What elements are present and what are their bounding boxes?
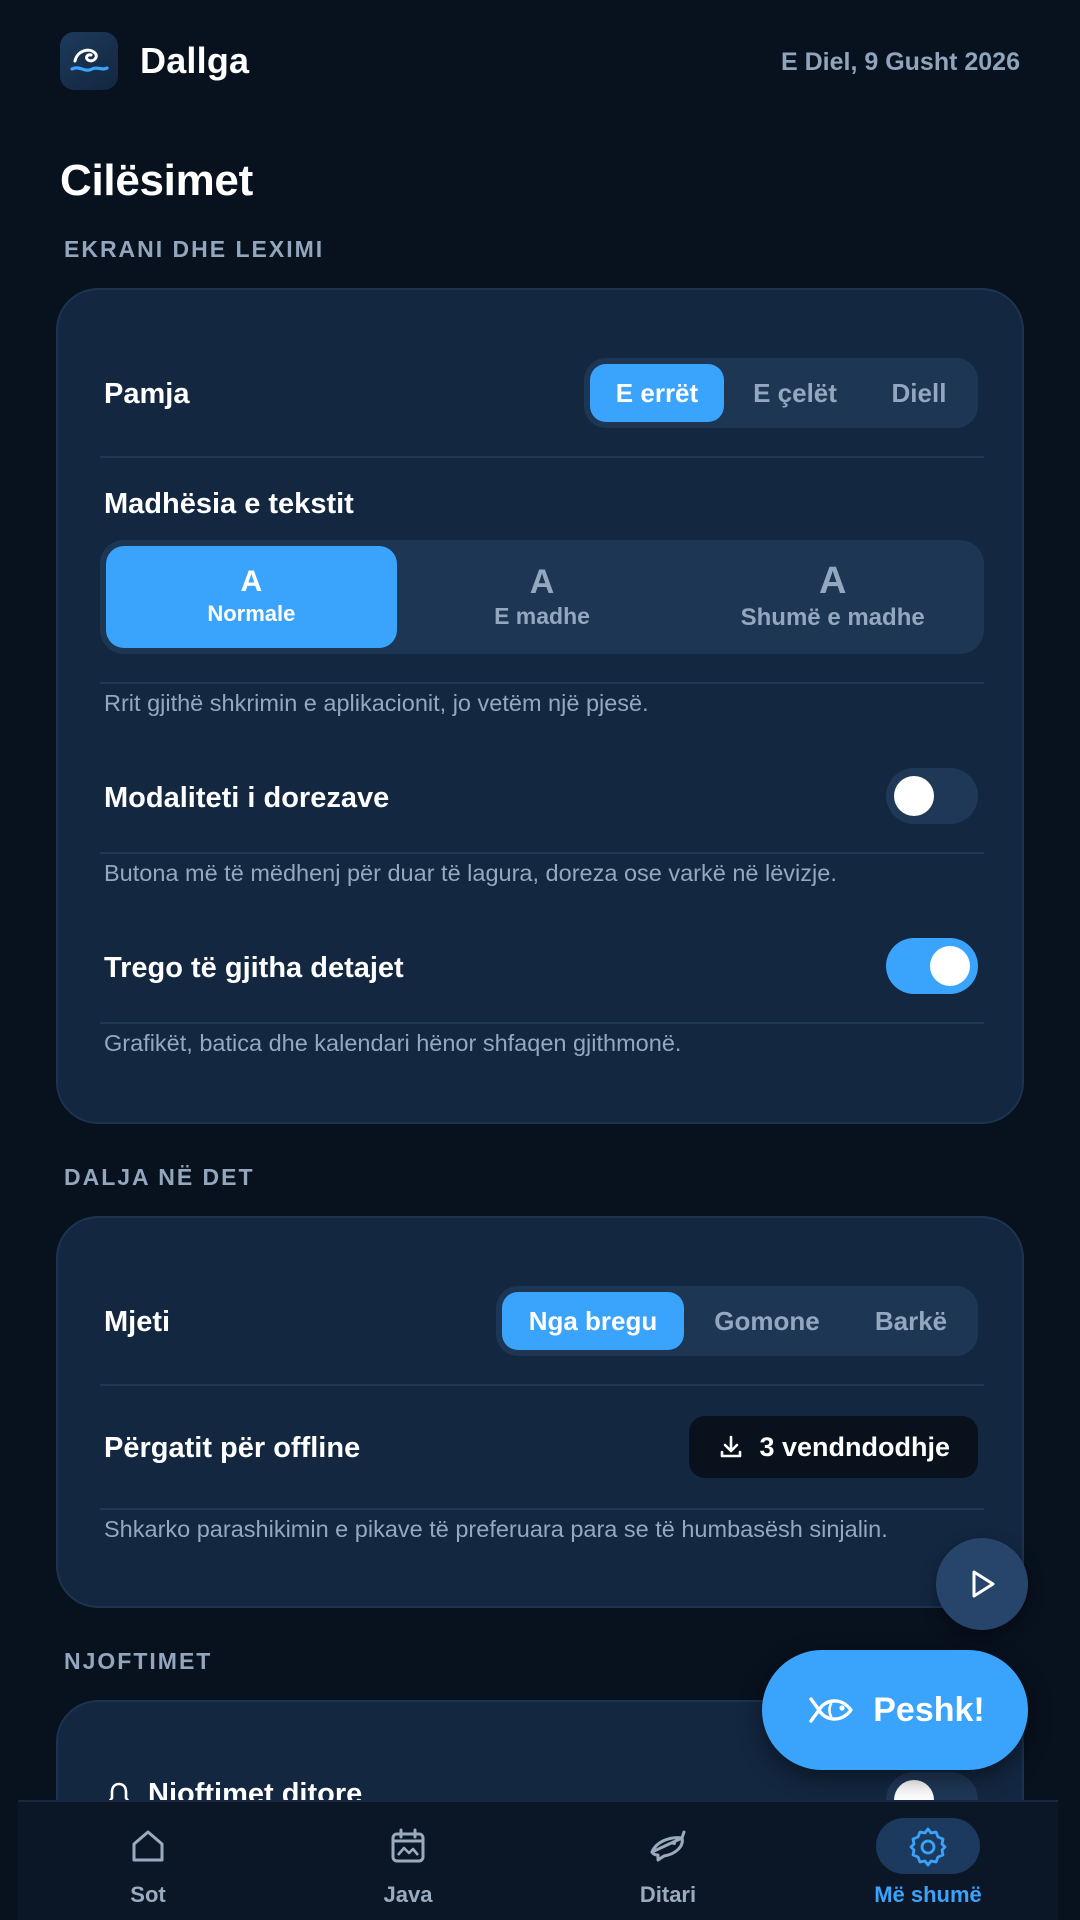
page-title: Cilësimet	[60, 156, 253, 205]
text-size-name: E madhe	[494, 602, 590, 629]
log-catch-button[interactable]: Peshk!	[762, 1650, 1028, 1770]
offline-label: Përgatit për offline	[104, 1432, 361, 1464]
gloves-mode-label: Modaliteti i dorezave	[104, 782, 390, 814]
app-name: Dallga	[140, 40, 250, 81]
divider	[100, 682, 984, 684]
vessel-option-dinghy[interactable]: Gomone	[684, 1292, 850, 1350]
section-label-sea: DALJA NË DET	[64, 1164, 255, 1190]
nav-label: Më shumë	[874, 1882, 982, 1907]
nav-label: Java	[383, 1882, 433, 1907]
fish-icon	[809, 1697, 853, 1723]
theme-label: Pamja	[104, 378, 190, 410]
calendar-icon	[356, 1818, 460, 1874]
section-label-display: EKRANI DHE LEXIMI	[64, 236, 325, 262]
text-size-extra-large[interactable]: A Shumë e madhe	[687, 546, 978, 648]
text-size-glyph: A	[529, 562, 555, 601]
download-icon	[721, 1435, 742, 1458]
fish-journal-icon	[616, 1818, 720, 1874]
text-size-glyph: A	[240, 565, 263, 598]
text-size-label: Madhësia e tekstit	[104, 488, 354, 520]
app-header: Dallga E Diel, 9 Gusht 2026	[0, 0, 1080, 130]
gloves-mode-help: Butona më të mëdhenj për duar të lagura,…	[104, 860, 837, 886]
divider	[100, 1508, 984, 1510]
display-settings-card: Pamja E errët E çelët Diell Madhësia e t…	[56, 288, 1024, 1124]
vessel-option-boat[interactable]: Barkë	[850, 1292, 972, 1350]
settings-screen: Dallga E Diel, 9 Gusht 2026 Cilësimet EK…	[0, 0, 1080, 1920]
gloves-mode-toggle[interactable]	[886, 768, 978, 824]
nav-item-week[interactable]: Java	[278, 1802, 538, 1920]
bottom-navigation: Sot Java Ditari Më shumë	[18, 1800, 1058, 1920]
theme-option-light[interactable]: E çelët	[724, 364, 866, 422]
nav-label: Sot	[130, 1882, 166, 1907]
divider	[100, 1384, 984, 1386]
theme-segmented-control: E errët E çelët Diell	[584, 358, 978, 428]
divider	[100, 852, 984, 854]
play-button[interactable]	[936, 1538, 1028, 1630]
nav-item-more[interactable]: Më shumë	[798, 1802, 1058, 1920]
theme-option-dark[interactable]: E errët	[590, 364, 724, 422]
log-catch-label: Peshk!	[873, 1690, 985, 1729]
section-label-notifications: NJOFTIMET	[64, 1648, 213, 1674]
toggle-knob	[894, 776, 934, 816]
sea-settings-card: Mjeti Nga bregu Gomone Barkë Përgatit pë…	[56, 1216, 1024, 1608]
wave-icon	[60, 32, 118, 90]
text-size-selector: A Normale A E madhe A Shumë e madhe	[100, 540, 984, 654]
offline-download-button[interactable]: 3 vendndodhje	[689, 1416, 978, 1478]
vessel-segmented-control: Nga bregu Gomone Barkë	[496, 1286, 978, 1356]
offline-help: Shkarko parashikimin e pikave të preferu…	[104, 1516, 888, 1542]
toggle-knob	[930, 946, 970, 986]
show-details-toggle[interactable]	[886, 938, 978, 994]
text-size-name: Shumë e madhe	[740, 604, 925, 631]
vessel-option-shore[interactable]: Nga bregu	[502, 1292, 684, 1350]
home-icon	[96, 1818, 200, 1874]
vessel-label: Mjeti	[104, 1306, 171, 1338]
text-size-normal[interactable]: A Normale	[106, 546, 397, 648]
header-date: E Diel, 9 Gusht 2026	[781, 48, 1020, 76]
nav-item-today[interactable]: Sot	[18, 1802, 278, 1920]
show-details-help: Grafikët, batica dhe kalendari hënor shf…	[104, 1030, 682, 1056]
nav-item-journal[interactable]: Ditari	[538, 1802, 798, 1920]
divider	[100, 456, 984, 458]
text-size-glyph: A	[818, 560, 847, 602]
show-details-label: Trego të gjitha detajet	[104, 952, 404, 984]
play-icon	[972, 1570, 995, 1598]
nav-label: Ditari	[639, 1882, 697, 1907]
text-size-large[interactable]: A E madhe	[397, 546, 688, 648]
theme-option-sun[interactable]: Diell	[866, 364, 972, 422]
text-size-help: Rrit gjithë shkrimin e aplikacionit, jo …	[104, 690, 649, 716]
divider	[100, 1022, 984, 1024]
offline-button-label: 3 vendndodhje	[759, 1431, 950, 1462]
text-size-name: Normale	[207, 601, 296, 626]
gear-icon	[876, 1818, 980, 1874]
